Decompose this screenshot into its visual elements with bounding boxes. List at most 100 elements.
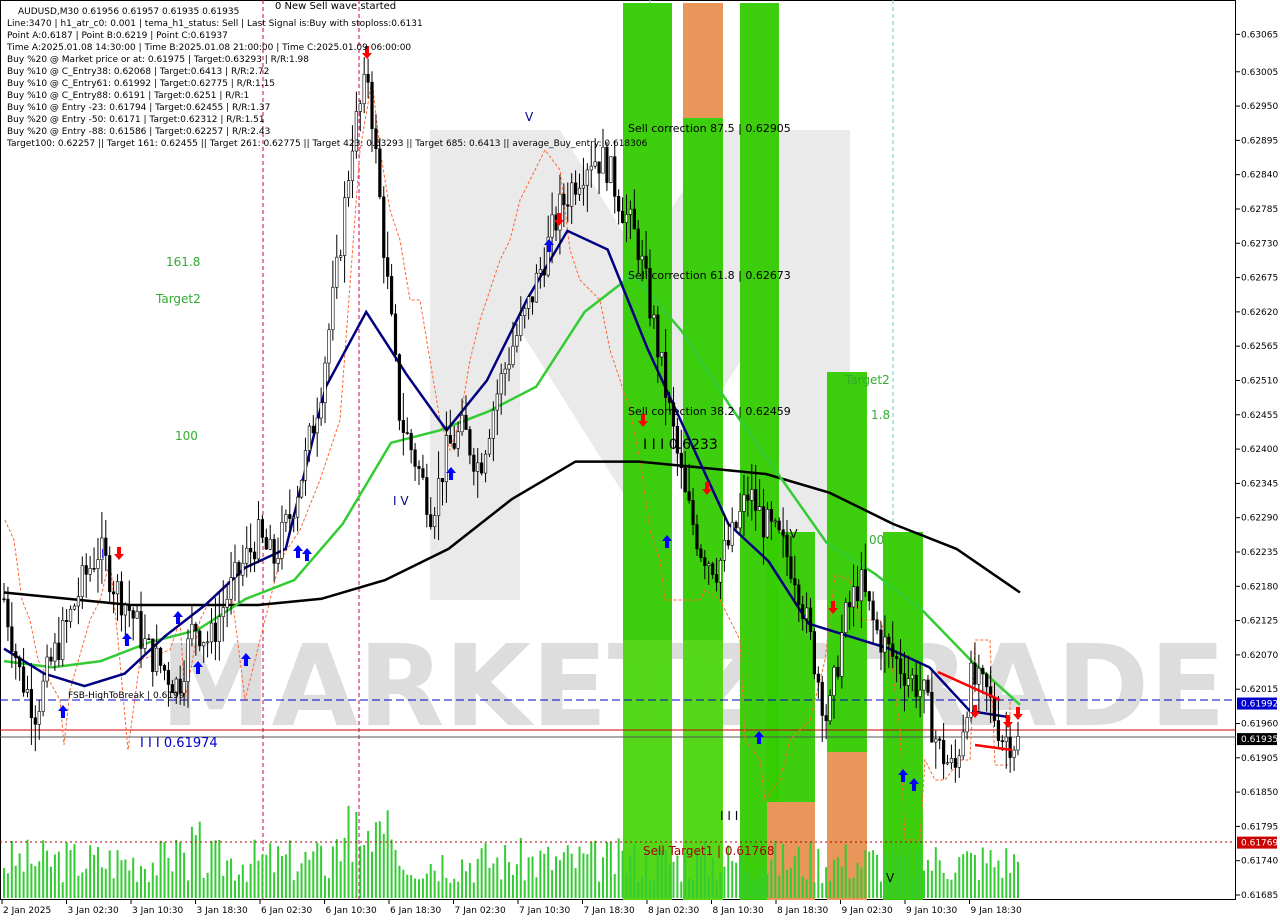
- volume-bar: [49, 866, 52, 898]
- candle-body: [389, 276, 394, 315]
- candle-body: [452, 442, 456, 449]
- volume-bar: [437, 881, 440, 898]
- info-line: Buy %20 @ Entry -50: 0.6171 | Target:0.6…: [7, 115, 265, 125]
- volume-bar: [605, 842, 608, 898]
- volume-bar: [903, 855, 906, 898]
- info-line: Point A:0.6187 | Point B:0.6219 | Point …: [7, 31, 228, 41]
- volume-bar: [218, 839, 221, 898]
- volume-bar: [711, 858, 714, 898]
- candle-body: [378, 148, 382, 198]
- candle-body: [119, 581, 124, 616]
- volume-bar: [316, 842, 319, 898]
- volume-bar: [578, 846, 581, 898]
- candle-body: [902, 673, 907, 686]
- volume-bar: [22, 871, 25, 898]
- candle-body: [272, 538, 276, 564]
- price-tick-label: 0.62070: [1241, 651, 1278, 661]
- info-line: Buy %10 @ Entry -23: 0.61794 | Target:0.…: [7, 103, 270, 113]
- volume-bar: [558, 860, 561, 898]
- candle-body: [127, 604, 131, 611]
- volume-bar: [750, 880, 753, 898]
- volume-bar: [915, 852, 918, 898]
- label-iv: I V: [393, 494, 409, 508]
- volume-bar: [535, 877, 538, 898]
- volume-bar: [981, 847, 984, 898]
- volume-bar: [942, 872, 945, 898]
- volume-bar: [143, 868, 146, 898]
- candle-body: [436, 478, 441, 516]
- volume-bar: [801, 876, 804, 898]
- volume-bar: [410, 875, 413, 898]
- candle-body: [914, 674, 918, 697]
- volume-bar: [46, 850, 49, 898]
- candle-body: [1016, 736, 1020, 751]
- volume-bar: [844, 844, 847, 898]
- volume-bar: [77, 875, 80, 898]
- candle-body: [910, 674, 914, 680]
- volume-bar: [735, 862, 738, 898]
- candle-body: [346, 180, 351, 199]
- info-line: Buy %10 @ C_Entry88: 0.6191 | Target:0.6…: [7, 91, 249, 101]
- candle-body: [339, 255, 343, 258]
- candle-body: [131, 610, 135, 619]
- candle-body: [362, 73, 366, 105]
- volume-bar: [739, 851, 742, 898]
- candle-body: [730, 521, 734, 546]
- volume-bar: [586, 854, 589, 898]
- price-tag-label: 0.61769: [1241, 839, 1278, 849]
- volume-bar: [926, 859, 929, 898]
- candle-body: [311, 425, 315, 434]
- volume-bar: [625, 873, 628, 898]
- volume-bar: [617, 838, 620, 898]
- candle-body: [1012, 749, 1016, 758]
- volume-bar: [331, 846, 334, 898]
- volume-bar: [155, 875, 158, 898]
- volume-bar: [112, 878, 115, 898]
- volume-bar: [668, 864, 671, 898]
- header-top-label: 0 New Sell wave started: [275, 1, 396, 12]
- candle-body: [194, 623, 198, 632]
- candle-body: [382, 196, 386, 258]
- volume-bar: [269, 843, 272, 898]
- candle-body: [88, 567, 92, 575]
- volume-bar: [805, 879, 808, 898]
- volume-bar: [1017, 861, 1019, 898]
- candle-body: [147, 638, 151, 641]
- candle-body: [249, 547, 253, 553]
- label-v-bottom: V: [886, 871, 895, 885]
- volume-bar: [480, 848, 483, 898]
- volume-bar: [414, 878, 417, 898]
- volume-bar: [171, 871, 174, 898]
- candle-body: [237, 562, 241, 576]
- price-tick-label: 0.62840: [1241, 171, 1278, 181]
- candle-body: [714, 574, 719, 583]
- volume-bar: [672, 861, 675, 898]
- volume-bar: [629, 856, 632, 898]
- volume-bar: [488, 867, 491, 898]
- label-right-100: 00: [869, 533, 884, 547]
- price-tick-label: 0.62455: [1241, 411, 1278, 421]
- volume-bar: [237, 874, 240, 898]
- candle-body: [108, 555, 112, 593]
- volume-bar: [527, 857, 530, 898]
- candle-body: [687, 491, 691, 501]
- volume-bar: [966, 851, 969, 898]
- candle-body: [542, 269, 546, 276]
- candle-body: [985, 673, 989, 688]
- candle-body: [617, 196, 621, 212]
- candle-body: [213, 622, 218, 642]
- candle-body: [10, 626, 14, 652]
- candle-body: [793, 578, 797, 586]
- volume-bar: [500, 879, 503, 898]
- volume-bar: [484, 843, 487, 898]
- price-chart: MARKETZITRADE 0 New Sell wave started AU…: [0, 0, 1278, 916]
- candle-body: [115, 581, 120, 595]
- candle-body: [828, 695, 832, 722]
- candle-body: [840, 632, 844, 677]
- volume-bar: [879, 881, 882, 898]
- volume-bar: [85, 868, 88, 898]
- candle-body: [233, 562, 237, 578]
- candle-body: [597, 161, 601, 174]
- volume-bar: [324, 875, 327, 898]
- candle-body: [879, 629, 883, 653]
